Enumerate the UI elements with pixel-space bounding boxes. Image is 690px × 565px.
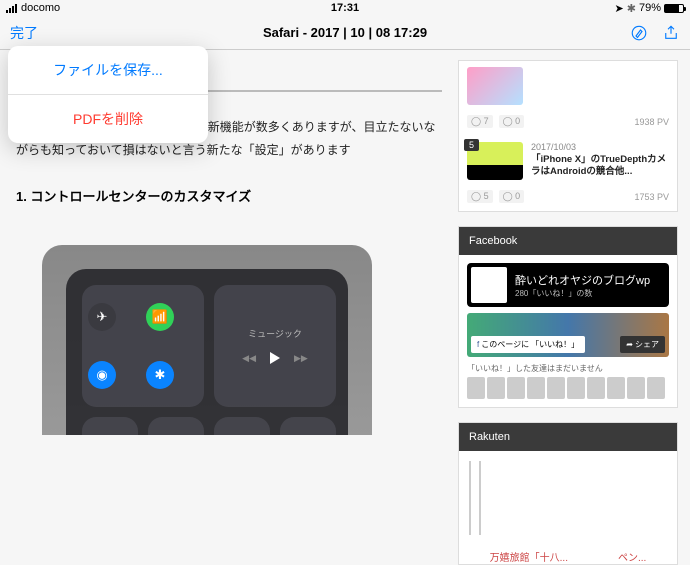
brightness-slider: ☀ [214,417,270,435]
share-icon[interactable] [662,24,680,42]
save-file-button[interactable]: ファイルを保存... [8,46,208,94]
related-thumb: 5 [467,142,523,180]
battery-percent: 79% [639,2,661,14]
bluetooth-icon: ✱ [627,2,636,15]
fb-cover: fこのページに「いいね！」 ➦ シェア [467,313,669,357]
fb-share-button[interactable]: ➦ シェア [620,336,665,353]
rakuten-widget: Rakuten 万嬉旅館「十八... ペン... [458,422,678,565]
fb-like-count: 280「いいね！」の数 [515,288,650,299]
related-list: ◯ 7◯ 0 1938 PV 5 2017/10/03 「iPhone X」のT… [458,60,678,212]
control-center-screenshot: ✈ 📶 ◉ ✱ ミュージック ◀◀▶▶ ⟲ ☾ ☀ 🔊 ▭ 画面ミラーリング [42,245,372,435]
facebook-header: Facebook [459,227,677,255]
related-item[interactable] [459,61,677,111]
play-icon [270,352,280,364]
location-icon: ➤ [615,2,624,15]
stat-icon: ◯ 7 [467,115,493,128]
status-time: 17:31 [331,2,359,14]
hotel-caption[interactable]: 万嬉旅館「十八... ペン... [459,549,677,564]
rakuten-header: Rakuten [459,423,677,451]
wifi-icon: ◉ [88,361,116,389]
carrier-label: docomo [21,2,60,14]
lock-rotation-icon: ⟲ [102,434,117,435]
pv-count: 1938 PV [634,117,669,127]
section-heading: 1. コントロールセンターのカスタマイズ [16,186,440,205]
battery-icon [664,4,684,13]
done-button[interactable]: 完了 [10,23,38,43]
page-title: Safari - 2017 | 10 | 08 17:29 [263,25,427,40]
separator [202,90,442,92]
related-title: 「iPhone X」のTrueDepthカメラはAndroidの競合他... [531,154,669,179]
fb-page-avatar [471,267,507,303]
music-tile: ミュージック ◀◀▶▶ [214,285,336,407]
facebook-widget: Facebook 酔いどれオヤジのブログwp 280「いいね！」の数 fこのペー… [458,226,678,408]
fb-page-name[interactable]: 酔いどれオヤジのブログwp [515,272,650,288]
pv-count: 1753 PV [634,192,669,202]
action-popover: ファイルを保存... PDFを削除 [8,46,208,143]
cellular-icon: 📶 [146,303,174,331]
fb-friends-caption: 「いいね！」した友達はまだいません [467,363,669,374]
related-item[interactable]: 5 2017/10/03 「iPhone X」のTrueDepthカメラはAnd… [459,136,677,186]
signal-bars-icon [6,4,17,13]
fb-friend-avatars [467,377,669,399]
hotel-image[interactable] [469,461,471,535]
dnd-tile: ☾ [148,417,204,435]
hotel-image[interactable] [479,461,481,535]
fb-like-button[interactable]: fこのページに「いいね！」 [471,336,585,353]
connectivity-tile: ✈ 📶 ◉ ✱ [82,285,204,407]
bluetooth-cc-icon: ✱ [146,361,174,389]
music-label: ミュージック [248,327,302,340]
orientation-lock-tile: ⟲ [82,417,138,435]
related-thumb [467,67,523,105]
volume-slider: 🔊 [280,417,336,435]
airplane-icon: ✈ [88,303,116,331]
markup-icon[interactable] [630,24,648,42]
delete-pdf-button[interactable]: PDFを削除 [8,95,208,143]
related-date: 2017/10/03 [531,142,669,152]
